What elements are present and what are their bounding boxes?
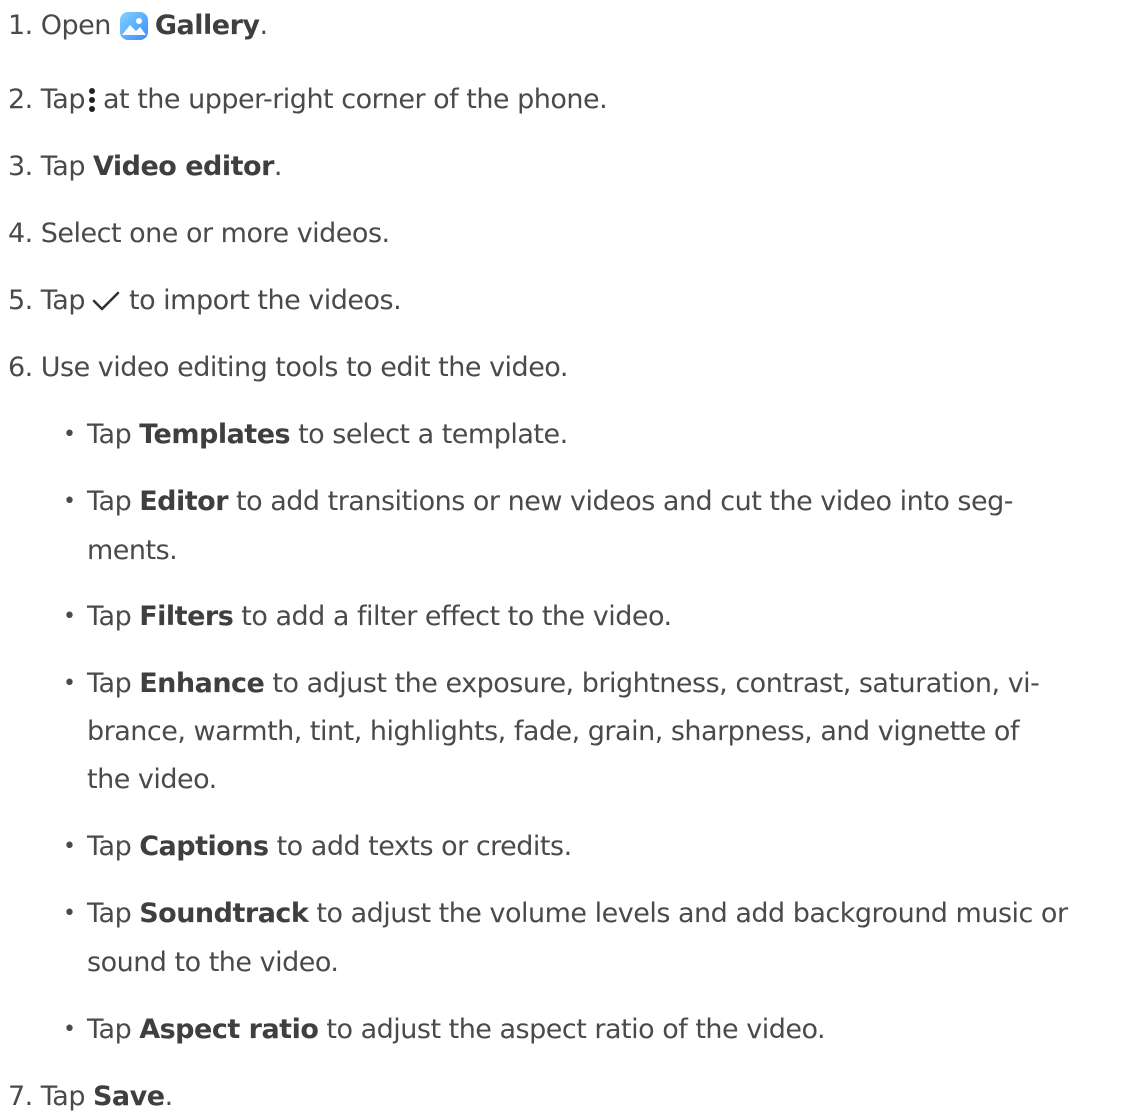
bullet-aspect-ratio: • Tap Aspect ratio to adjust the aspect … [63,1013,826,1047]
bullet-editor: • Tap Editor to add transitions or new v… [63,485,1013,519]
tool-name: Aspect ratio [139,1014,319,1045]
tool-name: Captions [139,831,269,862]
bullet-desc: sound to the video. [87,947,339,978]
step-text: Tap [40,151,86,182]
tool-name: Enhance [139,668,265,699]
bullet-marker: • [63,671,76,696]
step-number: 4. [8,218,33,249]
step-text: Use video editing tools to edit the vide… [40,352,569,383]
bullet-marker: • [63,604,76,629]
bullet-desc: to add a filter effect to the video. [241,601,672,632]
bullet-editor-cont: ments. [87,534,178,568]
bullet-text: Tap [87,601,132,632]
bullet-enhance-cont-1: brance, warmth, tint, highlights, fade, … [87,715,1019,749]
bullet-text: Tap [87,668,132,699]
bullet-desc: to adjust the exposure, brightness, cont… [272,668,1040,699]
bullet-desc: to add transitions or new videos and cut… [236,486,1013,517]
bullet-text: Tap [87,831,132,862]
bullet-marker: • [63,1017,76,1042]
bullet-marker: • [63,901,76,926]
bullet-filters: • Tap Filters to add a filter effect to … [63,600,672,634]
menu-option: Video editor [92,151,274,182]
bullet-desc: ments. [87,535,178,566]
tool-name: Soundtrack [139,898,309,929]
bullet-desc: to adjust the aspect ratio of the video. [326,1014,826,1045]
step-number: 2. [8,84,33,115]
bullet-marker: • [63,422,76,447]
bullet-text: Tap [87,419,132,450]
bullet-text: Tap [87,486,132,517]
step-2: 2. Tap at the upper-right corner of the … [8,83,608,117]
bullet-marker: • [63,834,76,859]
step-7: 7. Tap Save. [8,1080,173,1114]
bullet-enhance: • Tap Enhance to adjust the exposure, br… [63,667,1040,701]
bullet-text: Tap [87,1014,132,1045]
more-vertical-icon [87,85,97,115]
step-5: 5. Tap to import the videos. [8,284,402,318]
bullet-desc: brance, warmth, tint, highlights, fade, … [87,716,1019,747]
tool-name: Templates [139,419,291,450]
step-text: Tap [40,285,86,316]
step-number: 7. [8,1081,33,1112]
tool-name: Editor [139,486,229,517]
instructions-page: 1. Open Gallery. 2. Tap at the upper-rig… [0,0,1133,1113]
step-text: Tap [40,1081,86,1112]
step-number: 3. [8,151,33,182]
step-text: Tap [40,84,86,115]
step-punct: . [164,1081,174,1112]
checkmark-icon [91,289,121,313]
bullet-desc: to select a template. [298,419,568,450]
bullet-desc: the video. [87,764,217,795]
step-number: 6. [8,352,33,383]
bullet-soundtrack-cont: sound to the video. [87,946,339,980]
step-text-rest: to import the videos. [128,285,402,316]
step-text: Select one or more videos. [40,218,390,249]
bullet-templates: • Tap Templates to select a template. [63,418,568,452]
step-3: 3. Tap Video editor. [8,150,283,184]
step-number: 5. [8,285,33,316]
step-punct: . [259,10,269,41]
step-text: Open [40,10,112,41]
step-6: 6. Use video editing tools to edit the v… [8,351,568,385]
tool-name: Filters [139,601,234,632]
step-punct: . [273,151,283,182]
bullet-soundtrack: • Tap Soundtrack to adjust the volume le… [63,897,1068,931]
bullet-desc: to add texts or credits. [276,831,573,862]
step-1: 1. Open Gallery. [8,9,268,43]
app-name: Gallery [154,10,260,41]
bullet-marker: • [63,489,76,514]
bullet-text: Tap [87,898,132,929]
gallery-icon [119,11,149,41]
bullet-desc: to adjust the volume levels and add back… [316,898,1068,929]
bullet-captions: • Tap Captions to add texts or credits. [63,830,572,864]
step-number: 1. [8,10,33,41]
step-text-rest: at the upper-right corner of the phone. [102,84,608,115]
save-label: Save [92,1081,165,1112]
step-4: 4. Select one or more videos. [8,217,390,251]
bullet-enhance-cont-2: the video. [87,763,217,797]
